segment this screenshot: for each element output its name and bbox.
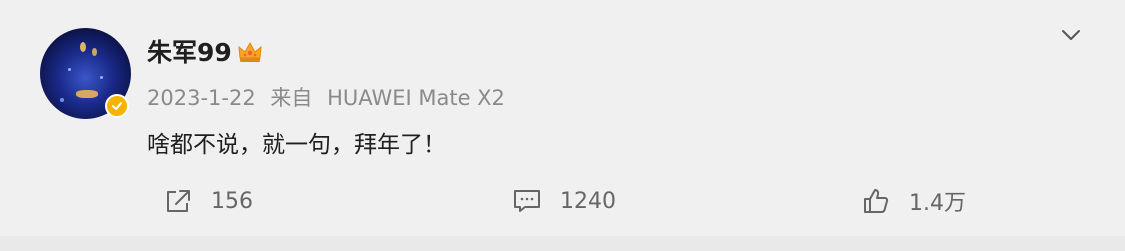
comment-count: 1240 xyxy=(560,188,616,214)
feed-divider xyxy=(0,236,1125,251)
avatar-light xyxy=(68,68,71,71)
like-button[interactable]: 1.4万 xyxy=(861,183,966,219)
share-icon xyxy=(167,190,190,212)
crown-icon xyxy=(238,41,262,62)
avatar-light xyxy=(60,98,64,102)
avatar-light xyxy=(92,48,97,56)
username[interactable]: 朱军99 xyxy=(147,37,232,69)
post-date: 2023-1-22 xyxy=(147,86,256,110)
comment-button[interactable]: 1240 xyxy=(512,183,616,219)
comment-icon xyxy=(514,190,540,212)
verified-badge-icon xyxy=(105,94,129,118)
like-count: 1.4万 xyxy=(909,191,966,216)
share-button[interactable]: 156 xyxy=(163,183,253,219)
post-text: 啥都不说，就一句，拜年了！ xyxy=(147,132,446,158)
avatar-light xyxy=(80,42,86,52)
post-card: 朱军99 2023-1-22 来自 HUAWEI Mate X2 啥都不说，就一… xyxy=(0,0,1125,236)
share-count: 156 xyxy=(211,188,253,214)
post-source-prefix: 来自 xyxy=(270,86,313,110)
thumbs-up-icon xyxy=(864,189,889,213)
chevron-down-icon[interactable] xyxy=(1058,22,1084,48)
post-meta: 2023-1-22 来自 HUAWEI Mate X2 xyxy=(147,84,513,112)
avatar-light xyxy=(100,76,103,79)
avatar-light xyxy=(76,90,98,98)
post-source-device[interactable]: HUAWEI Mate X2 xyxy=(327,86,505,110)
